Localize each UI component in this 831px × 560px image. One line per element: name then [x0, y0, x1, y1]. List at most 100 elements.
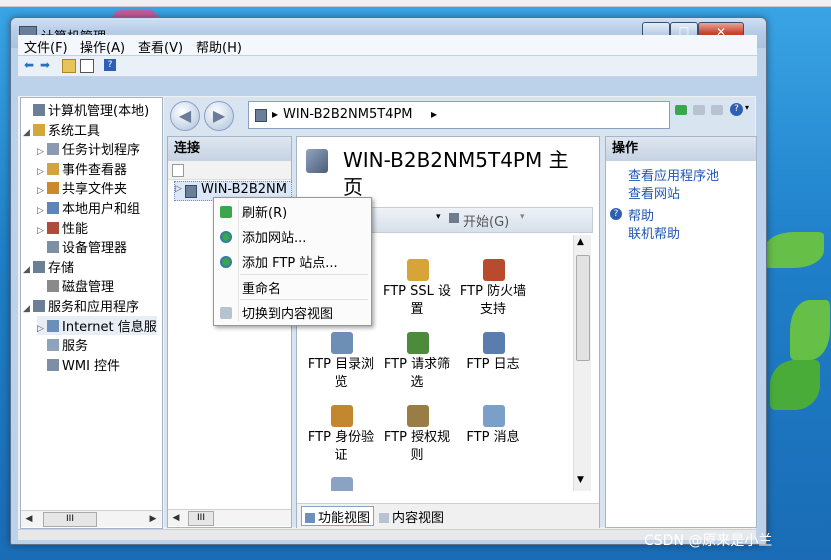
- content-view-icon: [379, 513, 389, 523]
- tree-item[interactable]: ◢ 存储: [23, 257, 74, 276]
- start-icon[interactable]: [449, 213, 459, 223]
- tree-horizontal-scrollbar[interactable]: ◀ III ▶: [21, 510, 162, 527]
- tree-item[interactable]: ◢ 系统工具: [23, 120, 100, 139]
- back-button[interactable]: ◀: [170, 101, 200, 131]
- partial-feature-icon[interactable]: [331, 477, 353, 491]
- tree-expand-arrow-icon[interactable]: ▷: [37, 147, 47, 157]
- feature-item[interactable]: FTP 身份验证: [303, 405, 381, 465]
- tree-expand-arrow-icon[interactable]: ◢: [23, 265, 33, 275]
- help-circle-icon: ?: [610, 208, 622, 220]
- address-trail[interactable]: ▸: [431, 107, 437, 121]
- menu-action[interactable]: 操作(A): [80, 37, 125, 56]
- tree-node-icon: [47, 143, 59, 156]
- context-rename[interactable]: 重命名: [242, 278, 281, 298]
- context-switch-content-view[interactable]: 切换到内容视图: [242, 303, 333, 323]
- address-server[interactable]: WIN-B2B2NM5T4PM: [283, 107, 413, 122]
- tree-item[interactable]: 磁盘管理: [37, 276, 114, 295]
- view-sites-link[interactable]: 查看网站: [628, 183, 680, 202]
- scroll-left-button[interactable]: ◀: [21, 511, 37, 527]
- scroll-thumb[interactable]: III: [188, 511, 214, 526]
- tree-expand-arrow-icon[interactable]: ▷: [37, 206, 47, 216]
- features-scrollbar[interactable]: ▲ ▼: [573, 235, 591, 491]
- up-folder-icon[interactable]: [62, 59, 76, 73]
- content-view-tab[interactable]: 内容视图: [379, 507, 444, 526]
- vertical-scroll-thumb[interactable]: [576, 255, 590, 361]
- start-button[interactable]: 开始(G): [463, 211, 509, 230]
- feature-item[interactable]: FTP 请求筛选: [379, 332, 457, 392]
- context-add-website[interactable]: 添加网站...: [242, 227, 306, 247]
- context-add-ftp-site[interactable]: 添加 FTP 站点...: [242, 252, 338, 272]
- tree-expand-arrow-icon[interactable]: ▷: [37, 186, 47, 196]
- tree-item[interactable]: 服务: [37, 335, 88, 354]
- tree-item-label: 本地用户和组: [62, 202, 141, 217]
- connections-horizontal-scrollbar[interactable]: ◀ III: [168, 509, 291, 526]
- scroll-left-button[interactable]: ◀: [168, 510, 184, 526]
- ftp-feature-icon: [407, 259, 429, 281]
- start-dropdown-icon[interactable]: ▾: [520, 212, 525, 222]
- tree-item-label: 磁盘管理: [62, 280, 115, 296]
- server-icon: [255, 109, 267, 122]
- expand-arrow-icon[interactable]: ▷: [175, 184, 182, 194]
- feature-label: FTP 请求筛选: [383, 357, 451, 390]
- tree-item[interactable]: ▷ 共享文件夹: [37, 178, 127, 197]
- scroll-down-button[interactable]: ▼: [577, 475, 584, 485]
- tree-expand-arrow-icon[interactable]: ▷: [37, 167, 47, 177]
- tree-node-icon: [47, 162, 59, 175]
- tree-item[interactable]: ▷ 本地用户和组: [37, 198, 140, 217]
- desktop-leaf-decoration: [770, 360, 820, 410]
- tree-expand-arrow-icon[interactable]: ▷: [37, 226, 47, 236]
- back-arrow-icon[interactable]: ⬅: [24, 59, 36, 71]
- menu-file[interactable]: 文件(F): [24, 37, 68, 56]
- tree-expand-arrow-icon[interactable]: ◢: [23, 128, 33, 138]
- view-app-pools-link[interactable]: 查看应用程序池: [628, 165, 719, 184]
- feature-item[interactable]: FTP 防火墙支持: [455, 259, 533, 319]
- filter-dropdown-icon[interactable]: ▾: [436, 212, 441, 222]
- feature-item[interactable]: FTP SSL 设置: [379, 259, 457, 319]
- stop-icon[interactable]: [693, 105, 705, 115]
- forward-button[interactable]: ▶: [204, 101, 234, 131]
- online-help-link[interactable]: 联机帮助: [628, 223, 680, 242]
- tree-item[interactable]: ▷ 任务计划程序: [37, 139, 140, 158]
- feature-item[interactable]: FTP 目录浏览: [303, 332, 381, 392]
- address-bar[interactable]: ▸ WIN-B2B2NM5T4PM ▸: [248, 101, 670, 129]
- new-connection-icon[interactable]: [172, 164, 184, 177]
- feature-item[interactable]: FTP 授权规则: [379, 405, 457, 465]
- feature-item[interactable]: FTP 消息: [455, 405, 533, 447]
- add-ftp-icon: [220, 256, 232, 268]
- feature-item[interactable]: FTP 日志: [455, 332, 533, 374]
- tree-node-icon: [33, 300, 45, 312]
- scroll-up-button[interactable]: ▲: [577, 237, 584, 247]
- tree-item-label: 服务: [62, 339, 89, 355]
- tree-node-icon: [33, 104, 45, 116]
- tree-item[interactable]: 设备管理器: [37, 237, 127, 256]
- show-hide-tree-icon[interactable]: [80, 59, 94, 73]
- help-dropdown-chevron-icon[interactable]: ▾: [745, 103, 749, 112]
- tree-item[interactable]: ▷ Internet 信息服: [37, 315, 157, 335]
- features-view-tab[interactable]: 功能视图: [301, 506, 375, 526]
- tree-item[interactable]: WMI 控件: [37, 355, 120, 374]
- scroll-right-button[interactable]: ▶: [145, 511, 161, 527]
- home-icon[interactable]: [711, 105, 723, 115]
- tree-node-icon: [33, 260, 45, 273]
- help-icon[interactable]: ?: [104, 59, 116, 71]
- help-dropdown-icon[interactable]: ?: [730, 103, 743, 116]
- ftp-feature-icon: [483, 332, 505, 354]
- tree-item[interactable]: ▷ 性能: [37, 218, 88, 237]
- tree-expand-arrow-icon[interactable]: ◢: [23, 304, 33, 314]
- menu-view[interactable]: 查看(V): [138, 37, 183, 56]
- tree-item[interactable]: ◢ 服务和应用程序: [23, 296, 139, 315]
- tree-node-icon: [47, 358, 59, 371]
- tree-item-label: 系统工具: [48, 123, 101, 139]
- tree-expand-arrow-icon[interactable]: ▷: [37, 324, 47, 334]
- tree-item-label: 性能: [62, 221, 89, 237]
- menu-help[interactable]: 帮助(H): [196, 37, 242, 56]
- tree-node-icon: [33, 123, 45, 136]
- context-refresh[interactable]: 刷新(R): [242, 202, 287, 222]
- refresh-icon[interactable]: [675, 105, 687, 115]
- help-link[interactable]: 帮助: [628, 205, 654, 224]
- forward-arrow-icon[interactable]: ➡: [40, 59, 52, 71]
- tree-item-label: 计算机管理(本地): [48, 104, 150, 119]
- tree-item[interactable]: ▷ 事件查看器: [37, 159, 127, 178]
- tree-item[interactable]: 计算机管理(本地): [23, 100, 149, 119]
- scroll-thumb[interactable]: III: [43, 512, 97, 527]
